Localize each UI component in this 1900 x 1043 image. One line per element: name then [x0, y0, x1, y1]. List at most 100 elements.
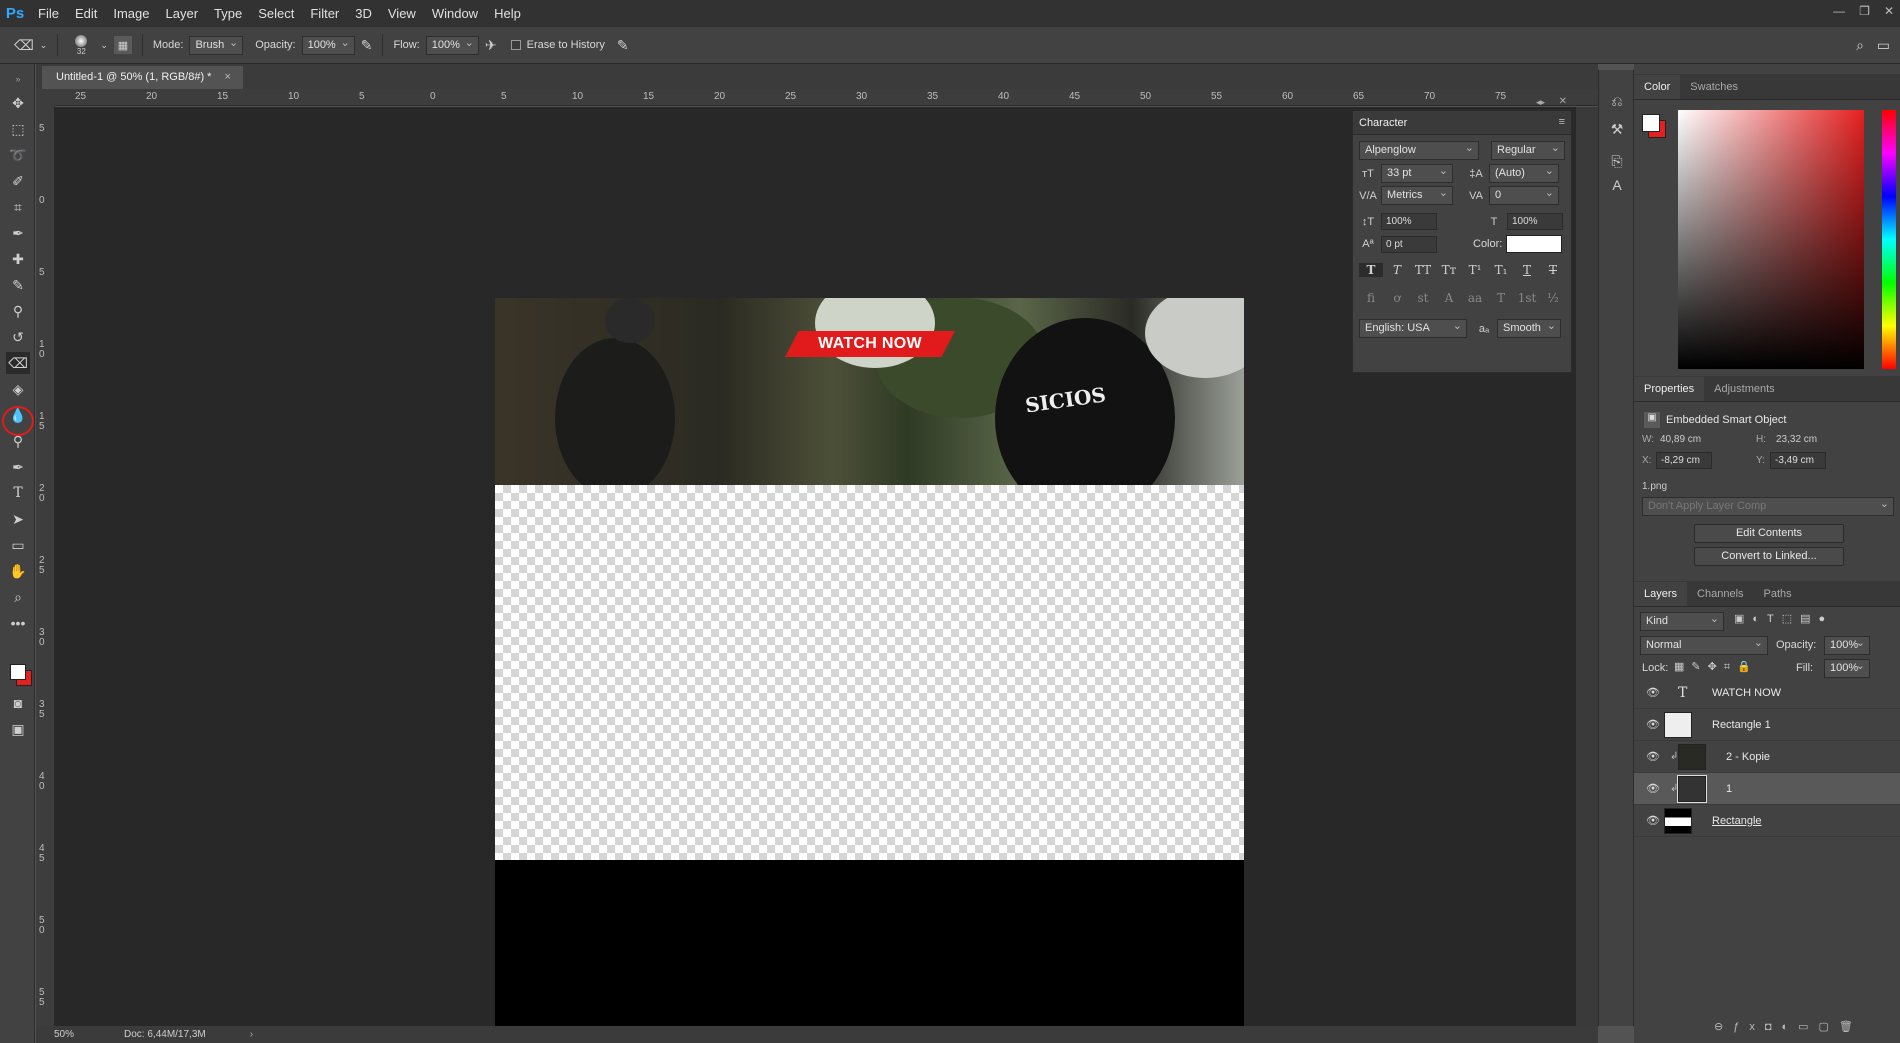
marquee-tool-icon[interactable]: ⬚: [6, 118, 30, 140]
canvas-workspace[interactable]: SICIOS WATCH NOW: [55, 107, 1576, 1043]
clone-stamp-tool-icon[interactable]: ⚲: [6, 300, 30, 322]
brush-settings-icon[interactable]: ⚒: [1605, 118, 1629, 140]
subscript-button[interactable]: T₁: [1489, 263, 1513, 277]
history-brush-tool-icon[interactable]: ↺: [6, 326, 30, 348]
menu-layer[interactable]: Layer: [158, 0, 207, 27]
crop-tool-icon[interactable]: ⌗: [6, 196, 30, 218]
airbrush-icon[interactable]: ✈: [485, 37, 497, 54]
tab-swatches[interactable]: Swatches: [1680, 75, 1748, 99]
more-tools-icon[interactable]: •••: [6, 612, 30, 634]
layer-name[interactable]: WATCH NOW: [1712, 687, 1781, 699]
old-style-button[interactable]: ơ: [1385, 291, 1409, 305]
type-tool-icon[interactable]: T: [6, 482, 30, 504]
menu-select[interactable]: Select: [250, 0, 302, 27]
font-family-select[interactable]: Alpenglow: [1359, 141, 1479, 160]
height-value[interactable]: 23,32 cm: [1776, 434, 1817, 445]
ordinals-button[interactable]: 1st: [1515, 291, 1539, 305]
tab-properties[interactable]: Properties: [1634, 377, 1705, 401]
small-caps-button[interactable]: Tт: [1437, 263, 1461, 277]
screen-mode-icon[interactable]: ▣: [6, 718, 30, 740]
color-field[interactable]: [1678, 110, 1864, 369]
blend-mode-select[interactable]: Normal: [1640, 636, 1768, 655]
leading-input[interactable]: (Auto): [1489, 164, 1559, 183]
baseline-shift-input[interactable]: 0 pt: [1381, 235, 1437, 253]
font-style-select[interactable]: Regular: [1491, 141, 1565, 160]
ligatures-button[interactable]: fi: [1359, 291, 1383, 305]
visibility-eye-icon[interactable]: 👁: [1646, 782, 1660, 795]
erase-to-history-checkbox[interactable]: [510, 40, 521, 50]
menu-view[interactable]: View: [380, 0, 424, 27]
layer-row-2-kopie[interactable]: 👁 ↲ 2 - Kopie: [1634, 741, 1900, 773]
visibility-eye-icon[interactable]: 👁: [1646, 718, 1660, 731]
layer-name[interactable]: Rectangle 1: [1712, 719, 1771, 731]
zoom-level[interactable]: 50%: [54, 1029, 74, 1040]
close-panel-icon[interactable]: ✕: [1559, 96, 1567, 107]
rectangle-tool-icon[interactable]: ▭: [6, 534, 30, 556]
text-color-swatch[interactable]: [1506, 235, 1563, 253]
close-tab-button[interactable]: ×: [225, 71, 231, 83]
menu-help[interactable]: Help: [486, 0, 529, 27]
tab-layers[interactable]: Layers: [1634, 582, 1688, 606]
menu-type[interactable]: Type: [206, 0, 250, 27]
strikethrough-button[interactable]: T: [1541, 263, 1565, 277]
collapse-panel-icon[interactable]: ◂▸: [1536, 97, 1545, 108]
antialias-select[interactable]: Smooth: [1497, 319, 1561, 338]
layer-name[interactable]: 1: [1726, 783, 1732, 795]
language-select[interactable]: English: USA: [1359, 319, 1467, 338]
layer-row-rectangle[interactable]: 👁 Rectangle: [1634, 805, 1900, 837]
discretionary-ligatures-button[interactable]: st: [1411, 291, 1435, 305]
workspace-icon[interactable]: ▭: [1877, 37, 1890, 54]
flow-input[interactable]: 100%: [425, 35, 479, 55]
foreground-color-swatch-top[interactable]: [10, 664, 26, 680]
convert-to-linked-button[interactable]: Convert to Linked...: [1694, 547, 1844, 566]
visibility-eye-icon[interactable]: 👁: [1646, 686, 1660, 699]
zoom-tool-icon[interactable]: ⌕: [6, 586, 30, 608]
width-value[interactable]: 40,89 cm: [1660, 434, 1701, 445]
path-selection-tool-icon[interactable]: ➤: [6, 508, 30, 530]
y-input[interactable]: -3,49 cm: [1770, 452, 1826, 469]
lasso-tool-icon[interactable]: ➰: [6, 144, 30, 166]
visibility-eye-icon[interactable]: 👁: [1646, 814, 1660, 827]
kerning-select[interactable]: Metrics: [1381, 186, 1453, 205]
eraser-preset-icon[interactable]: ⌫: [14, 37, 34, 54]
move-tool-icon[interactable]: ✥: [6, 92, 30, 114]
tab-channels[interactable]: Channels: [1687, 582, 1753, 606]
font-size-input[interactable]: 33 pt: [1381, 164, 1453, 183]
brush-tool-icon[interactable]: ✎: [6, 274, 30, 296]
watch-now-banner[interactable]: WATCH NOW: [785, 331, 955, 357]
menu-file[interactable]: File: [30, 0, 67, 27]
menu-window[interactable]: Window: [424, 0, 486, 27]
faux-bold-button[interactable]: T: [1359, 263, 1383, 277]
underline-button[interactable]: T: [1515, 263, 1539, 277]
opacity-input[interactable]: 100%: [301, 35, 355, 55]
paint-bucket-tool-icon[interactable]: ◈: [6, 378, 30, 400]
restore-button[interactable]: ❐: [1859, 4, 1870, 18]
clone-source-icon[interactable]: ⎘: [1605, 150, 1629, 172]
layer-row-watch-now[interactable]: 👁 T WATCH NOW: [1634, 677, 1900, 709]
minimize-button[interactable]: —: [1833, 4, 1845, 18]
search-icon[interactable]: ⌕: [1856, 37, 1864, 54]
tracking-input[interactable]: 0: [1489, 186, 1559, 205]
brush-preset-picker[interactable]: 32: [68, 34, 94, 56]
history-panel-icon[interactable]: ⎌: [1605, 90, 1629, 112]
banner-photo[interactable]: SICIOS WATCH NOW: [495, 298, 1244, 485]
layer-name[interactable]: 2 - Kopie: [1726, 751, 1770, 763]
document-tab[interactable]: Untitled-1 @ 50% (1, RGB/8#) * ×: [42, 66, 243, 89]
chevron-right-icon[interactable]: ›: [250, 1029, 253, 1040]
vertical-scale-input[interactable]: 100%: [1381, 213, 1437, 230]
layer-row-rectangle-1[interactable]: 👁 Rectangle 1: [1634, 709, 1900, 741]
faux-italic-button[interactable]: T: [1385, 263, 1409, 277]
fractions-button[interactable]: ½: [1541, 291, 1565, 305]
workspace-scrollbar[interactable]: [1576, 107, 1598, 1026]
layer-opacity-input[interactable]: 100%: [1824, 636, 1870, 655]
quick-mask-icon[interactable]: ◙: [6, 692, 30, 714]
character-panel-icon[interactable]: A: [1605, 174, 1629, 196]
horizontal-ruler[interactable]: 25 20 15 10 5 0 5 10 15 20 25 30 35 40 45 50 55 60 65 70 75: [55, 89, 1598, 106]
hue-slider[interactable]: [1882, 110, 1896, 369]
pressure-size-icon[interactable]: ✎: [617, 37, 629, 54]
visibility-eye-icon[interactable]: 👁: [1646, 750, 1660, 763]
fill-input[interactable]: 100%: [1824, 659, 1870, 678]
eraser-tool-icon[interactable]: ⌫: [6, 352, 30, 374]
lock-icons[interactable]: ▦✎✥⌗🔒: [1674, 660, 1758, 674]
mode-select[interactable]: Brush: [189, 35, 244, 55]
